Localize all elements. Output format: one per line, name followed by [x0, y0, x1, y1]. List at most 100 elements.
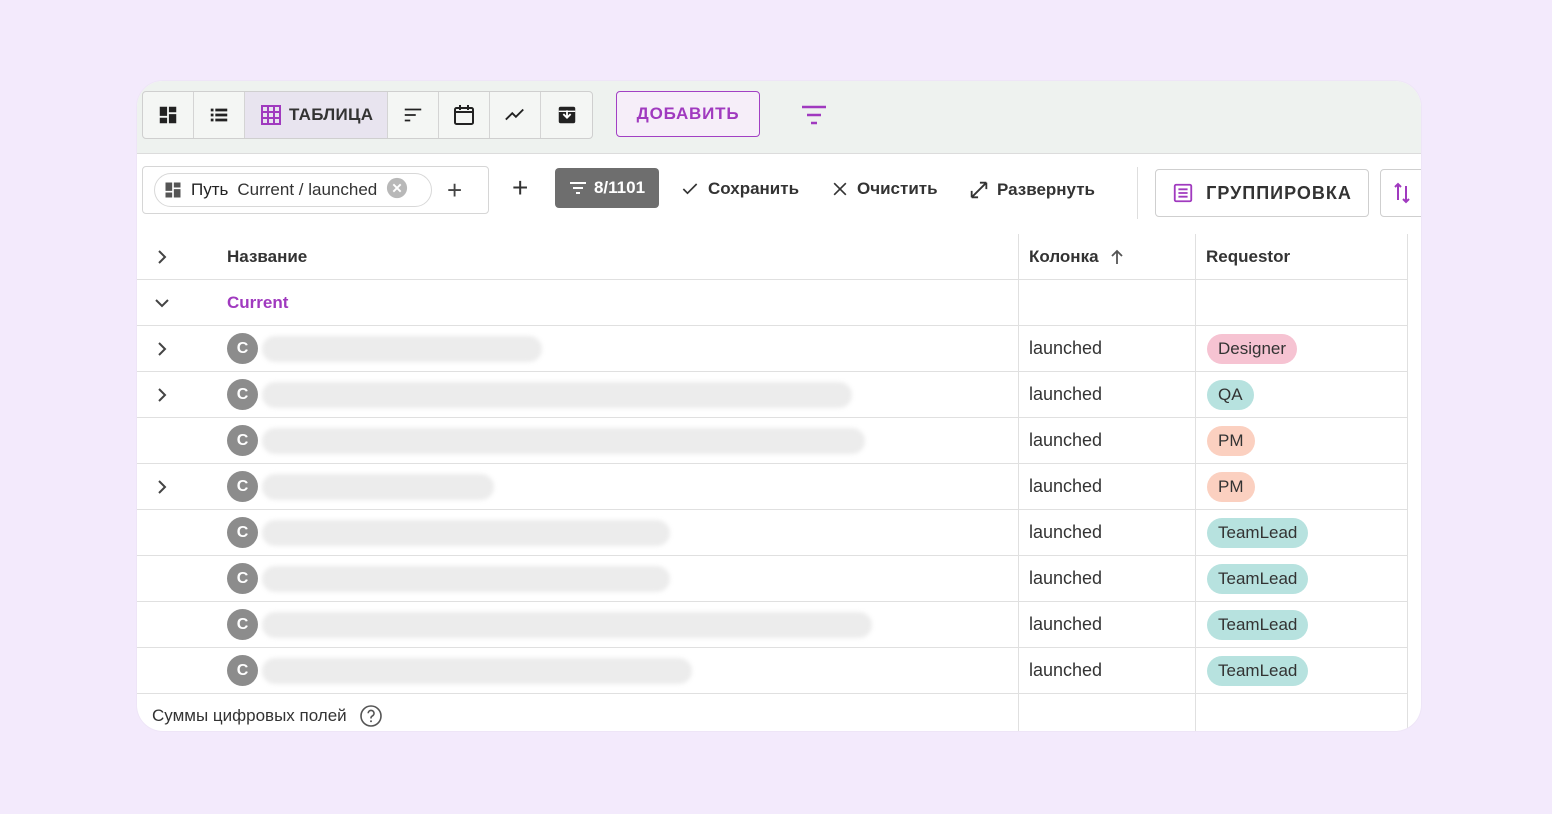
requestor-cell: TeamLead: [1207, 510, 1309, 555]
table-row[interactable]: C launched TeamLead: [137, 602, 1407, 648]
redacted-title: [262, 335, 542, 362]
requestor-tag: QA: [1207, 379, 1254, 410]
help-icon[interactable]: [359, 704, 383, 728]
column-divider: [1407, 234, 1408, 731]
add-button[interactable]: ДОБАВИТЬ: [616, 91, 760, 137]
grouping-button[interactable]: ГРУППИРОВКА: [1155, 169, 1369, 217]
filter-icon[interactable]: [801, 104, 827, 131]
chart-view-button[interactable]: [490, 92, 542, 138]
expand-button[interactable]: Развернуть: [968, 179, 1095, 201]
expand-row-icon[interactable]: [137, 464, 187, 509]
requestor-tag: PM: [1207, 425, 1255, 456]
calendar-view-button[interactable]: [439, 92, 491, 138]
grouping-label: ГРУППИРОВКА: [1206, 182, 1352, 203]
group-row[interactable]: Current: [137, 280, 1407, 326]
requestor-tag: TeamLead: [1207, 609, 1309, 640]
add-chip-icon[interactable]: +: [447, 177, 462, 203]
table-view-button[interactable]: ТАБЛИЦА: [245, 92, 389, 138]
table-row[interactable]: C launched TeamLead: [137, 510, 1407, 556]
header-requestor[interactable]: Requestor: [1206, 234, 1290, 279]
column-value: launched: [1029, 476, 1103, 496]
avatar: C: [227, 517, 258, 548]
requestor-cell: TeamLead: [1207, 556, 1309, 601]
table-view-label: ТАБЛИЦА: [289, 105, 374, 124]
avatar: C: [227, 609, 258, 640]
requestor-tag: TeamLead: [1207, 655, 1309, 686]
save-button[interactable]: Сохранить: [679, 179, 799, 199]
clear-button[interactable]: Очистить: [830, 179, 938, 199]
avatar: C: [227, 379, 258, 410]
sort-arrows-icon: [1394, 182, 1410, 204]
redacted-title: [262, 473, 494, 500]
collapse-group-icon[interactable]: [137, 280, 187, 325]
sum-fields-label: Суммы цифровых полей: [152, 694, 383, 731]
filter-toolbar: Путь Current / launched + + 8/1101 Сохра…: [137, 153, 1421, 233]
row-name[interactable]: C: [227, 510, 670, 555]
list-view-button[interactable]: [194, 92, 245, 138]
column-value: launched: [1029, 614, 1103, 634]
requestor-tag: TeamLead: [1207, 517, 1309, 548]
requestor-cell: Designer: [1207, 326, 1298, 371]
avatar: C: [227, 333, 258, 364]
requestor-cell: QA: [1207, 372, 1254, 417]
view-switcher: ТАБЛИЦА: [142, 91, 594, 139]
expand-all-icon[interactable]: [137, 234, 187, 279]
table-row[interactable]: C launched PM: [137, 464, 1407, 510]
table-row[interactable]: C launched TeamLead: [137, 648, 1407, 694]
calendar-icon: [454, 105, 475, 125]
table-row[interactable]: C launched TeamLead: [137, 556, 1407, 602]
table-row[interactable]: C launched QA: [137, 372, 1407, 418]
path-filter-chip[interactable]: Путь Current / launched: [154, 173, 432, 207]
expand-row-icon[interactable]: [137, 372, 187, 417]
group-name[interactable]: Current: [227, 280, 288, 325]
clear-chip-icon[interactable]: [386, 177, 408, 204]
redacted-title: [262, 565, 670, 592]
redacted-title: [262, 381, 852, 408]
redacted-title: [262, 611, 872, 638]
archive-icon: [558, 106, 576, 124]
data-table: Название Колонка Requestor Current C lau…: [137, 234, 1408, 731]
row-name[interactable]: C: [227, 326, 542, 371]
column-value: launched: [1029, 568, 1103, 588]
sort-order-button[interactable]: [1380, 169, 1421, 217]
toolbar-divider: [1137, 167, 1138, 219]
row-name[interactable]: C: [227, 464, 494, 509]
row-name[interactable]: C: [227, 602, 872, 647]
filter-count-badge[interactable]: 8/1101: [555, 168, 659, 208]
sort-view-button[interactable]: [388, 92, 440, 138]
add-filter-icon[interactable]: +: [512, 174, 528, 202]
trend-line-icon: [505, 108, 525, 121]
sort-ascending-icon: [1110, 249, 1123, 264]
requestor-tag: PM: [1207, 471, 1255, 502]
requestor-tag: Designer: [1207, 333, 1298, 364]
redacted-title: [262, 427, 865, 454]
dashboard-icon: [165, 182, 181, 198]
filter-icon: [569, 182, 586, 194]
row-name[interactable]: C: [227, 648, 692, 693]
close-icon: [833, 182, 847, 196]
board-view-button[interactable]: [143, 92, 194, 138]
header-column[interactable]: Колонка: [1029, 234, 1125, 279]
expand-row-icon[interactable]: [137, 326, 187, 371]
table-row[interactable]: C launched PM: [137, 418, 1407, 464]
avatar: C: [227, 655, 258, 686]
requestor-cell: TeamLead: [1207, 648, 1309, 693]
row-name[interactable]: C: [227, 418, 865, 463]
check-icon: [682, 183, 698, 195]
row-name[interactable]: C: [227, 372, 852, 417]
column-value: launched: [1029, 338, 1103, 358]
header-name[interactable]: Название: [227, 234, 307, 279]
filter-chips-box: Путь Current / launched +: [142, 166, 489, 214]
row-name[interactable]: C: [227, 556, 670, 601]
table-row[interactable]: C launched Designer: [137, 326, 1407, 372]
grouping-icon: [1173, 183, 1193, 203]
avatar: C: [227, 471, 258, 502]
dashboard-icon: [159, 106, 177, 124]
column-value: launched: [1029, 522, 1103, 542]
grid-icon: [261, 105, 281, 125]
column-value: launched: [1029, 660, 1103, 680]
redacted-title: [262, 657, 692, 684]
avatar: C: [227, 563, 258, 594]
expand-arrows-icon: [970, 181, 988, 199]
archive-view-button[interactable]: [541, 92, 592, 138]
